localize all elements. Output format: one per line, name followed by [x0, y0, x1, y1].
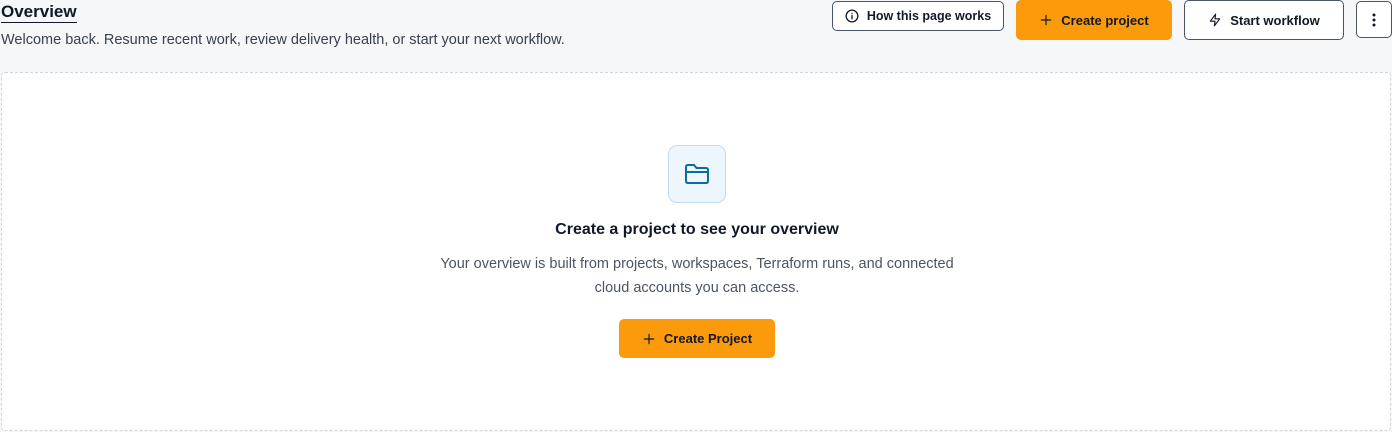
create-project-label: Create project: [1061, 12, 1149, 28]
empty-state-create-project-button[interactable]: Create Project: [619, 319, 775, 358]
page-title: Overview: [1, 2, 77, 23]
more-options-button[interactable]: [1356, 1, 1392, 38]
lightning-icon: [1208, 12, 1222, 28]
empty-state-panel: Create a project to see your overview Yo…: [1, 72, 1391, 431]
create-project-button[interactable]: Create project: [1016, 0, 1172, 40]
empty-state-description-line2: cloud accounts you can access.: [594, 280, 800, 296]
overview-page: Overview Welcome back. Resume recent wor…: [0, 0, 1392, 432]
start-workflow-label: Start workflow: [1230, 12, 1320, 28]
empty-state-description-line1: Your overview is built from projects, wo…: [440, 256, 954, 272]
empty-state-title: Create a project to see your overview: [555, 221, 839, 238]
info-icon: [845, 9, 859, 23]
plus-icon: [1039, 13, 1053, 27]
page-subtitle: Welcome back. Resume recent work, review…: [1, 32, 565, 48]
plus-icon: [642, 332, 656, 346]
start-workflow-button[interactable]: Start workflow: [1184, 0, 1344, 40]
empty-state-create-project-label: Create Project: [663, 331, 753, 346]
more-vertical-icon: [1372, 13, 1376, 27]
folder-icon: [684, 163, 710, 185]
page-header: Overview Welcome back. Resume recent wor…: [0, 0, 1392, 72]
how-this-page-works-button[interactable]: How this page works: [832, 1, 1004, 31]
how-this-page-works-label: How this page works: [866, 9, 992, 23]
empty-state-icon-box: [668, 145, 726, 203]
empty-state-description: Your overview is built from projects, wo…: [422, 252, 972, 300]
